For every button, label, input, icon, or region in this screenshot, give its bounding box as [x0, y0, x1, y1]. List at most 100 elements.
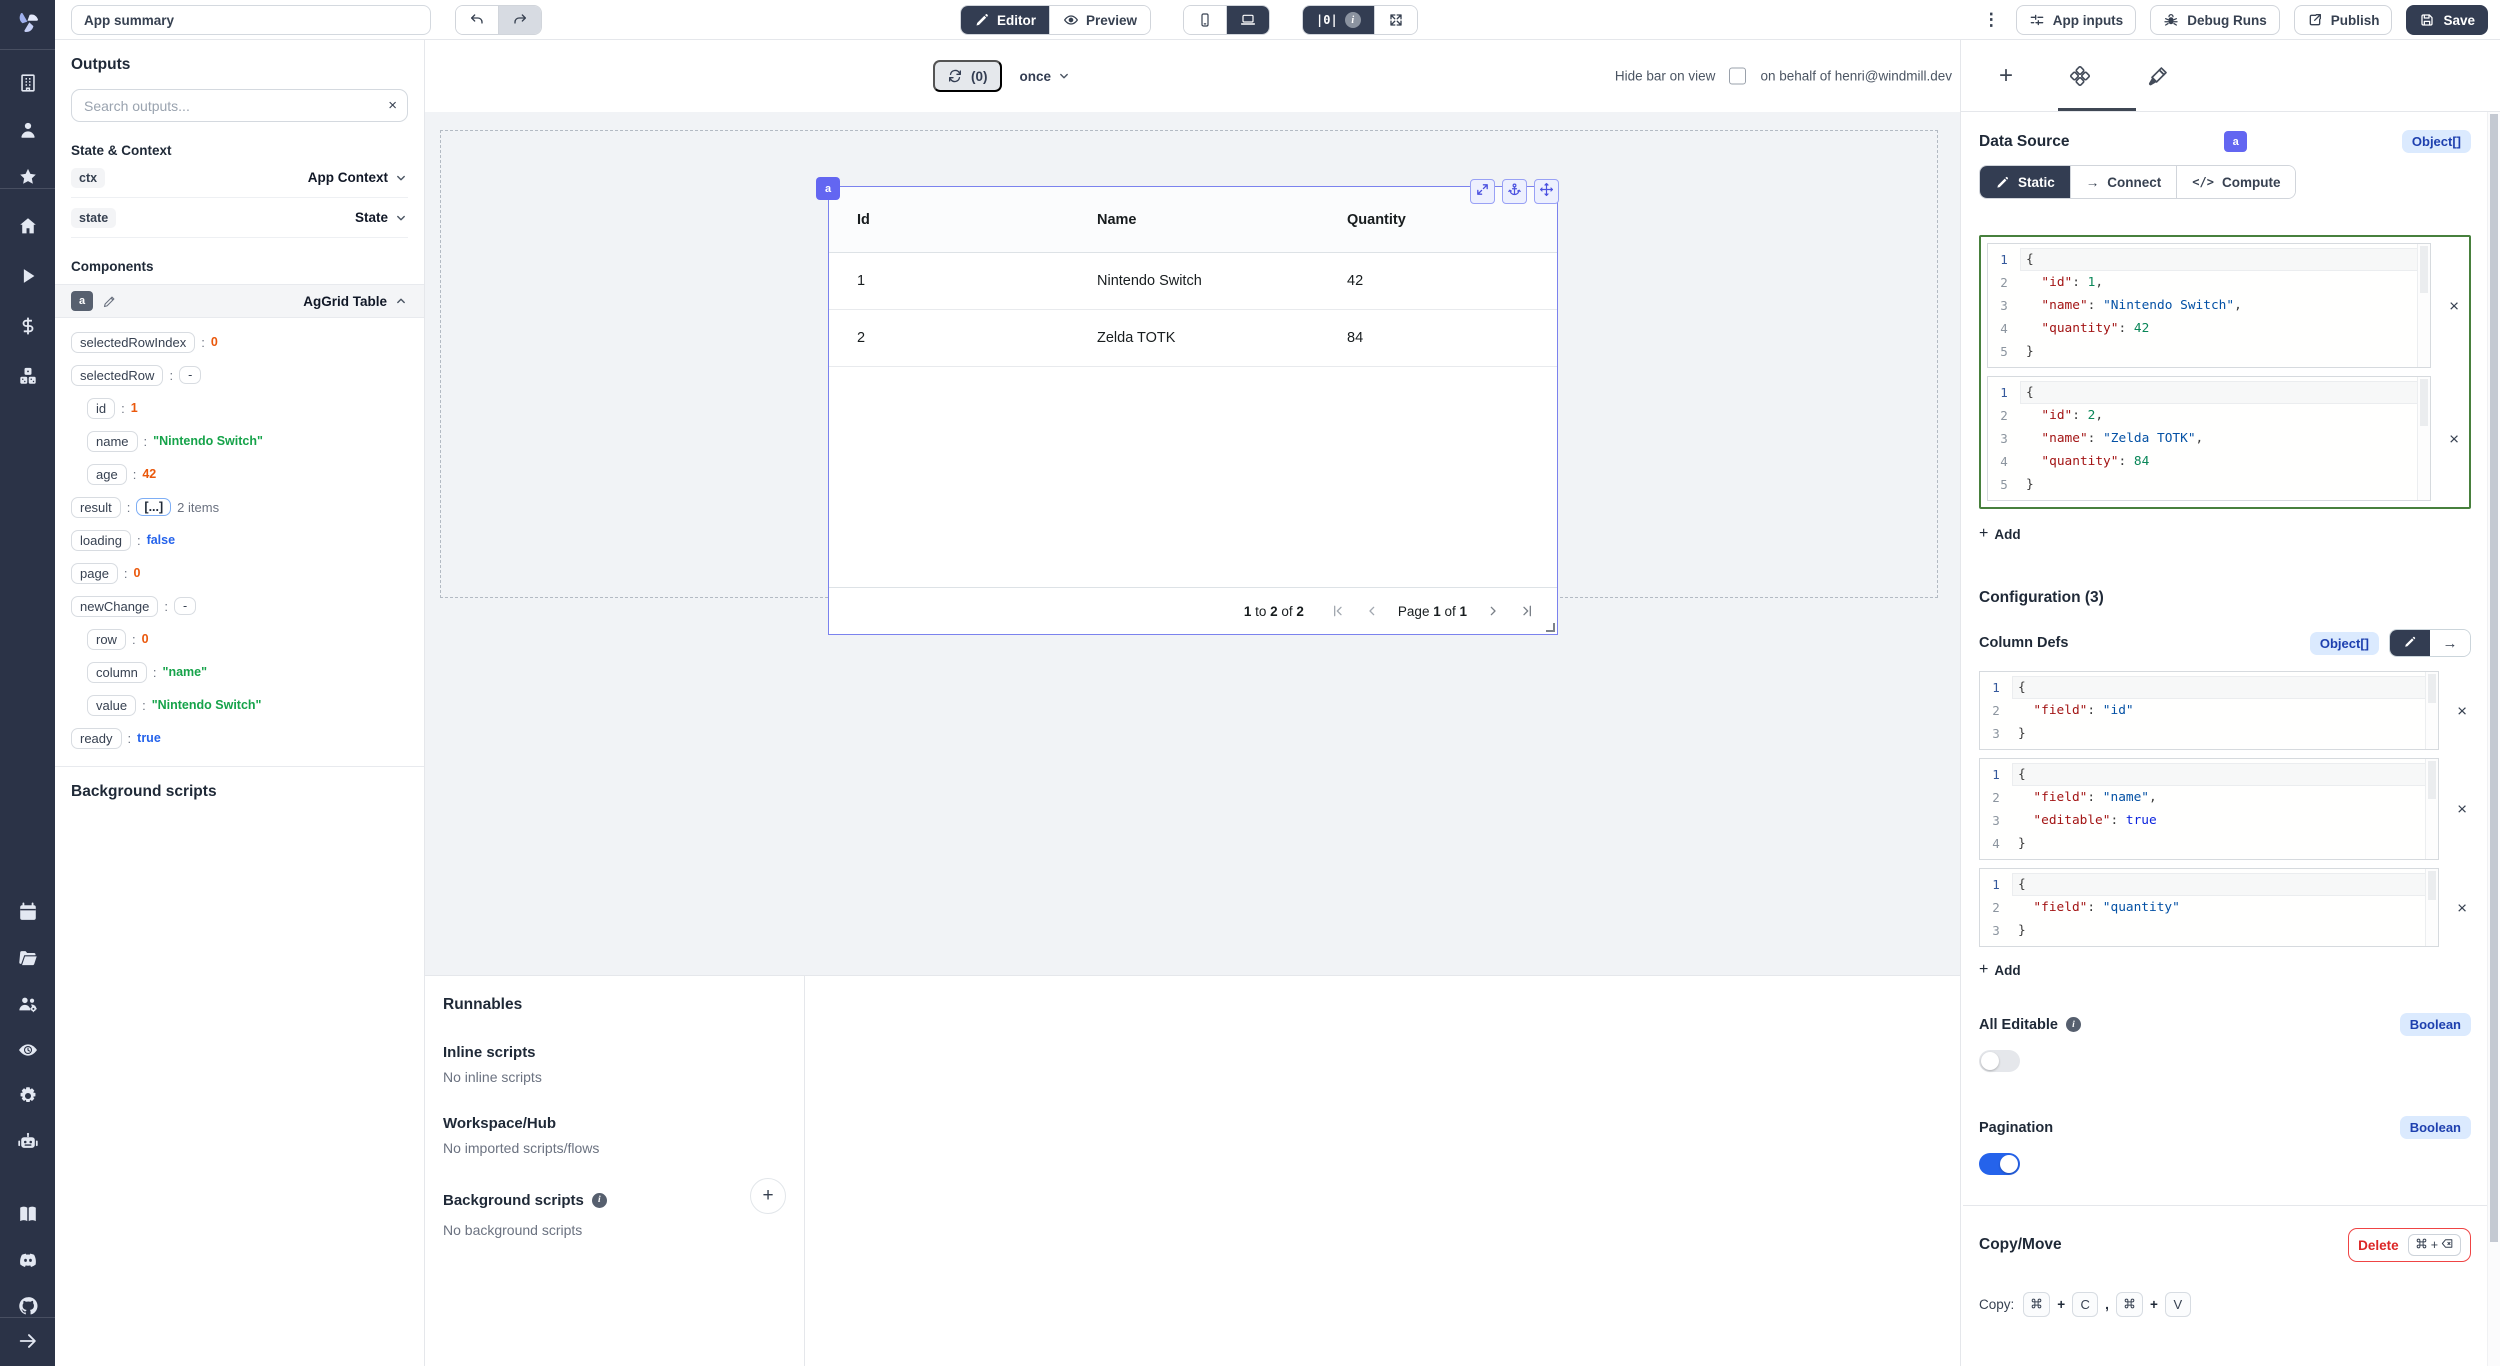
all-editable-toggle[interactable] [1979, 1050, 2020, 1072]
undo-button[interactable] [456, 6, 498, 34]
workspace-icon[interactable] [17, 72, 39, 94]
component-settings-tab[interactable] [2069, 65, 2091, 87]
clear-search-icon[interactable]: × [388, 97, 397, 114]
output-key-pill[interactable]: id [87, 398, 115, 419]
expand-sidebar-icon[interactable] [17, 1330, 39, 1352]
connect-mode-button[interactable]: → [2430, 630, 2470, 656]
component-id-badge[interactable]: a [2224, 131, 2247, 152]
code-lines[interactable]: { "field": "name", "editable": true} [2012, 759, 2438, 859]
json-editor[interactable]: 123{ "field": "quantity"} [1979, 868, 2439, 947]
preview-tab[interactable]: Preview [1049, 6, 1150, 34]
variables-icon[interactable] [17, 315, 39, 337]
prev-page-icon[interactable] [1364, 603, 1380, 619]
output-key-pill[interactable]: result [71, 497, 121, 518]
json-editor[interactable]: 12345{ "id": 1, "name": "Nintendo Switch… [1987, 243, 2431, 368]
last-page-icon[interactable] [1519, 603, 1535, 619]
remove-item-icon[interactable]: × [2457, 899, 2467, 916]
component-badge[interactable]: a [816, 177, 840, 200]
windmill-logo-icon[interactable] [15, 9, 41, 35]
add-background-script-button[interactable]: + [750, 1178, 786, 1214]
json-editor[interactable]: 123{ "field": "id"} [1979, 671, 2439, 750]
output-key-pill[interactable]: page [71, 563, 118, 584]
diff-button[interactable]: |0| i [1303, 6, 1374, 34]
folders-icon[interactable] [17, 947, 39, 969]
move-component-button[interactable] [1534, 179, 1559, 204]
editor-scrollbar[interactable] [2425, 869, 2438, 946]
output-key-pill[interactable]: name [87, 431, 138, 452]
first-page-icon[interactable] [1330, 603, 1346, 619]
editor-scrollbar[interactable] [2417, 244, 2430, 367]
refresh-mode-dropdown[interactable]: once [1020, 69, 1072, 84]
code-lines[interactable]: { "field": "id"} [2012, 672, 2438, 749]
app-inputs-button[interactable]: App inputs [2016, 5, 2137, 35]
code-lines[interactable]: { "id": 2, "name": "Zelda TOTK", "quanti… [2020, 377, 2430, 500]
output-key-pill[interactable]: row [87, 629, 126, 650]
output-value[interactable]: - [174, 597, 196, 615]
fullscreen-button[interactable] [1374, 6, 1417, 34]
table-cell[interactable]: 42 [1319, 273, 1557, 289]
compute-tab[interactable]: </> Compute [2176, 166, 2295, 198]
publish-button[interactable]: Publish [2294, 5, 2393, 35]
insert-component-tab[interactable]: + [1999, 64, 2013, 88]
output-key-pill[interactable]: ready [71, 728, 122, 749]
resize-handle[interactable] [1546, 623, 1555, 632]
editor-scrollbar[interactable] [2425, 759, 2438, 859]
remove-item-icon[interactable]: × [2449, 297, 2459, 314]
runs-icon[interactable] [17, 265, 39, 287]
next-page-icon[interactable] [1485, 603, 1501, 619]
edit-id-icon[interactable] [102, 294, 117, 309]
app-summary-input[interactable] [71, 5, 431, 35]
audit-logs-icon[interactable] [17, 1039, 39, 1061]
home-icon[interactable] [17, 215, 39, 237]
delete-component-button[interactable]: Delete + [2348, 1228, 2471, 1262]
editor-tab[interactable]: Editor [961, 6, 1049, 34]
workers-icon[interactable] [17, 1131, 39, 1153]
component-outputs-header[interactable]: a AgGrid Table [55, 284, 424, 318]
remove-item-icon[interactable]: × [2457, 801, 2467, 818]
groups-icon[interactable] [17, 993, 39, 1015]
table-row[interactable]: 1Nintendo Switch42 [829, 253, 1557, 310]
debug-runs-button[interactable]: Debug Runs [2150, 5, 2280, 35]
column-header-name[interactable]: Name [1069, 212, 1319, 228]
schedules-icon[interactable] [17, 901, 39, 923]
output-value[interactable]: - [179, 366, 201, 384]
refresh-button[interactable]: (0) [933, 60, 1002, 92]
editor-scrollbar[interactable] [2425, 672, 2438, 749]
ctx-row[interactable]: ctx App Context [71, 158, 408, 198]
pagination-toggle[interactable] [1979, 1153, 2020, 1175]
table-row[interactable]: 2Zelda TOTK84 [829, 310, 1557, 367]
output-key-pill[interactable]: selectedRowIndex [71, 332, 195, 353]
json-editor[interactable]: 1234{ "field": "name", "editable": true} [1979, 758, 2439, 860]
scrollbar-thumb[interactable] [2490, 114, 2498, 1242]
favorites-icon[interactable] [17, 166, 39, 188]
table-cell[interactable]: 1 [829, 273, 1069, 289]
add-column-def-button[interactable]: + Add [1979, 961, 2021, 979]
output-key-pill[interactable]: value [87, 695, 136, 716]
desktop-view-button[interactable] [1226, 6, 1269, 34]
component-id-badge[interactable]: a [71, 291, 93, 311]
more-menu-icon[interactable]: ⋮ [1981, 10, 2002, 30]
resources-icon[interactable] [17, 365, 39, 387]
settings-icon[interactable] [17, 1085, 39, 1107]
output-value[interactable]: [...] [136, 498, 171, 516]
table-cell[interactable]: 84 [1319, 330, 1557, 346]
column-header-quantity[interactable]: Quantity [1319, 212, 1557, 228]
aggrid-component[interactable]: a IdNameQuantity 1Nintendo Switch422Zeld… [828, 186, 1558, 635]
code-lines[interactable]: { "id": 1, "name": "Nintendo Switch", "q… [2020, 244, 2430, 367]
output-key-pill[interactable]: column [87, 662, 147, 683]
hide-bar-checkbox[interactable] [1729, 68, 1746, 85]
docs-icon[interactable] [17, 1203, 39, 1225]
connect-tab[interactable]: → Connect [2070, 166, 2177, 198]
static-tab[interactable]: Static [1980, 166, 2070, 198]
remove-item-icon[interactable]: × [2449, 430, 2459, 447]
save-button[interactable]: Save [2406, 5, 2488, 35]
code-lines[interactable]: { "field": "quantity"} [2012, 869, 2438, 946]
output-key-pill[interactable]: newChange [71, 596, 158, 617]
table-cell[interactable]: Zelda TOTK [1069, 330, 1319, 346]
edit-mode-button[interactable] [2390, 630, 2430, 656]
output-key-pill[interactable]: loading [71, 530, 131, 551]
editor-scrollbar[interactable] [2417, 377, 2430, 500]
styling-tab[interactable] [2147, 65, 2169, 87]
remove-item-icon[interactable]: × [2457, 702, 2467, 719]
search-outputs-input[interactable] [84, 98, 388, 114]
